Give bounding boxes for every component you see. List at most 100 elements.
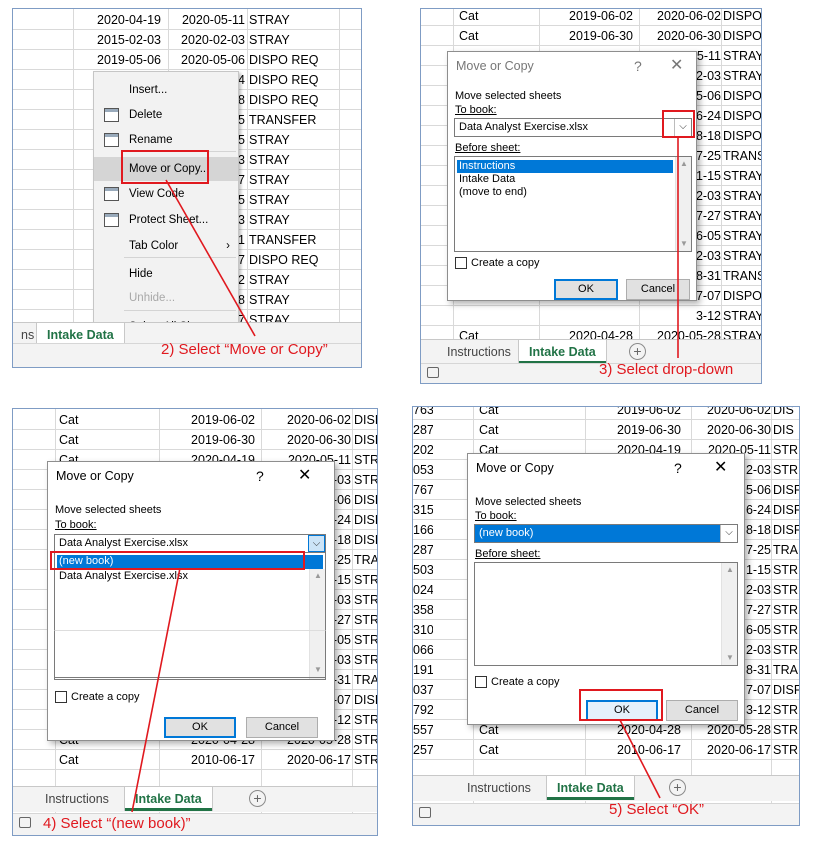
menu-item-view-code[interactable]: View Code [94, 182, 238, 206]
add-sheet-icon[interactable]: + [629, 343, 646, 360]
sheet-tab-instructions[interactable]: Instructions [457, 776, 541, 800]
table-cell[interactable]: TRA [354, 671, 377, 690]
table-cell[interactable]: DISF [773, 681, 799, 700]
table-cell[interactable]: Cat [459, 9, 509, 26]
table-cell[interactable]: 2019-06-30 [591, 421, 681, 440]
table-cell[interactable]: STR [773, 561, 799, 580]
table-cell[interactable]: DISPO [723, 27, 761, 46]
table-cell[interactable]: 2019-06-02 [591, 407, 681, 420]
table-cell[interactable]: TRANS [723, 147, 761, 166]
table-cell[interactable]: STRAY [249, 11, 359, 30]
close-icon[interactable]: ✕ [670, 52, 683, 80]
table-cell[interactable]: DISPO [723, 107, 761, 126]
sheet-tab-instructions[interactable]: Instructions [35, 787, 119, 811]
table-cell[interactable]: DISPO REQ [249, 71, 359, 90]
table-cell[interactable]: STR [773, 641, 799, 660]
table-cell[interactable]: STR [354, 451, 377, 470]
table-cell[interactable]: DISF [773, 521, 799, 540]
list-scrollbar[interactable]: ▲▼ [675, 157, 691, 251]
menu-item-protect-sheet[interactable]: Protect Sheet... [94, 208, 238, 232]
table-cell[interactable]: Cat [479, 741, 529, 760]
menu-item-hide[interactable]: Hide [94, 262, 238, 286]
list-item[interactable]: Instructions [457, 160, 673, 173]
table-cell[interactable]: Cat [59, 751, 109, 770]
table-cell[interactable]: STRAY [249, 191, 359, 210]
table-cell[interactable]: STRAY [723, 187, 761, 206]
table-cell[interactable]: Cat [59, 411, 109, 430]
table-cell[interactable]: DISPO REQ [249, 251, 359, 270]
ok-button[interactable]: OK [554, 279, 618, 300]
table-cell[interactable]: TRANSFER [249, 111, 359, 130]
table-cell[interactable]: 315 [413, 501, 433, 520]
to-book-combo[interactable]: Data Analyst Exercise.xlsx ⌵ [454, 118, 692, 137]
table-cell[interactable]: STR [354, 471, 377, 490]
before-sheet-list[interactable]: Instructions Intake Data (move to end) ▲… [454, 156, 692, 252]
before-sheet-list[interactable]: ▲ ▼ [474, 562, 738, 666]
cancel-button[interactable]: Cancel [246, 717, 318, 738]
table-cell[interactable] [459, 307, 509, 326]
table-cell[interactable]: TRA [773, 541, 799, 560]
table-cell[interactable]: 2019-06-02 [163, 411, 255, 430]
cancel-button[interactable]: Cancel [626, 279, 690, 300]
sheet-tab-intake-data[interactable]: Intake Data [519, 340, 606, 364]
list-item[interactable]: (move to end) [457, 186, 689, 199]
table-cell[interactable]: 287 [413, 421, 433, 440]
table-cell[interactable]: STRAY [249, 131, 359, 150]
table-cell[interactable]: 053 [413, 461, 433, 480]
list-item[interactable]: Intake Data [457, 173, 689, 186]
table-cell[interactable]: STR [354, 631, 377, 650]
table-cell[interactable]: 763 [413, 407, 433, 420]
table-cell[interactable]: STR [773, 621, 799, 640]
table-cell[interactable]: 2019-05-06 [79, 51, 161, 70]
table-cell[interactable]: STRAY [723, 247, 761, 266]
table-cell[interactable]: 166 [413, 521, 433, 540]
chevron-down-icon[interactable]: ⌵ [308, 535, 325, 552]
menu-item-tab-color[interactable]: Tab Color › [94, 234, 238, 258]
table-cell[interactable]: 792 [413, 701, 433, 720]
table-cell[interactable]: TRANS [723, 267, 761, 286]
create-copy-checkbox[interactable] [475, 676, 487, 688]
table-cell[interactable]: TRANSFER [249, 231, 359, 250]
sheet-tab-instructions[interactable]: Instructions [437, 340, 521, 364]
table-cell[interactable]: DISPO REQ [249, 91, 359, 110]
table-cell[interactable]: STRAY [723, 207, 761, 226]
table-cell[interactable]: STRAY [723, 167, 761, 186]
table-cell[interactable]: DIS [773, 407, 799, 420]
table-cell[interactable]: DISP [354, 491, 377, 510]
table-cell[interactable]: STR [773, 601, 799, 620]
table-cell[interactable]: STRAY [249, 151, 359, 170]
table-cell[interactable]: 037 [413, 681, 433, 700]
table-cell[interactable]: 2019-06-02 [541, 9, 633, 26]
table-cell[interactable]: Cat [459, 27, 509, 46]
table-cell[interactable]: 767 [413, 481, 433, 500]
table-cell[interactable]: 2020-05-06 [171, 51, 245, 70]
table-cell[interactable]: 2020-06-30 [695, 421, 771, 440]
table-cell[interactable]: DISP [354, 691, 377, 710]
table-cell[interactable]: DISPO [723, 127, 761, 146]
table-cell[interactable]: STRAY [723, 227, 761, 246]
table-cell[interactable]: STR [354, 571, 377, 590]
table-cell[interactable]: 2010-06-17 [163, 751, 255, 770]
chevron-down-icon[interactable]: ⌵ [720, 525, 737, 542]
table-cell[interactable]: 287 [413, 541, 433, 560]
table-cell[interactable]: Cat [479, 421, 529, 440]
table-cell[interactable]: 191 [413, 661, 433, 680]
table-cell[interactable]: DISP [354, 431, 377, 450]
table-cell[interactable]: STRAY [249, 211, 359, 230]
table-cell[interactable]: 2020-06-17 [265, 751, 351, 770]
table-cell[interactable]: 2010-06-17 [591, 741, 681, 760]
table-cell[interactable]: 2015-02-03 [79, 31, 161, 50]
menu-item-rename[interactable]: Rename [94, 128, 238, 152]
table-cell[interactable]: 2020-06-02 [265, 411, 351, 430]
table-cell[interactable]: DISP [354, 531, 377, 550]
table-cell[interactable]: STRAY [723, 47, 761, 66]
table-cell[interactable]: DISPO [723, 9, 761, 26]
sheet-tab-intake-data[interactable]: Intake Data [125, 787, 212, 811]
table-cell[interactable]: 358 [413, 601, 433, 620]
table-cell[interactable]: 2019-06-30 [163, 431, 255, 450]
list-scrollbar[interactable]: ▼ [309, 631, 325, 677]
table-cell[interactable]: STRAY [249, 31, 359, 50]
macro-record-icon[interactable] [19, 817, 31, 828]
table-cell[interactable]: 066 [413, 641, 433, 660]
table-cell[interactable]: STRAY [249, 271, 359, 290]
